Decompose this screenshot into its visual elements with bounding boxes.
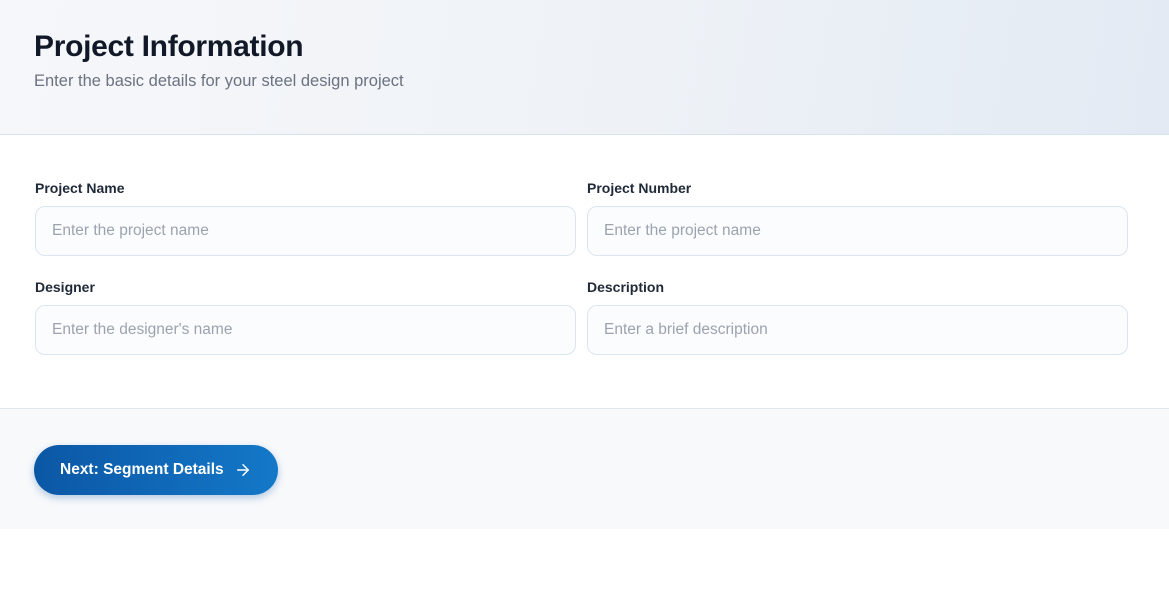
project-number-label: Project Number (587, 180, 1128, 197)
page-header: Project Information Enter the basic deta… (0, 0, 1169, 135)
field-project-number: Project Number (587, 180, 1128, 256)
page-subtitle: Enter the basic details for your steel d… (34, 72, 1129, 91)
field-designer: Designer (35, 279, 576, 355)
page-title: Project Information (34, 30, 1129, 63)
next-button-label: Next: Segment Details (60, 461, 224, 479)
project-info-form: Project Name Project Number Designer Des… (0, 135, 1169, 408)
designer-label: Designer (35, 279, 576, 296)
form-grid: Project Name Project Number Designer Des… (35, 180, 1128, 355)
arrow-right-icon (234, 461, 252, 479)
field-description: Description (587, 279, 1128, 355)
page-footer: Next: Segment Details (0, 408, 1169, 529)
description-label: Description (587, 279, 1128, 296)
project-number-input[interactable] (587, 206, 1128, 256)
project-name-input[interactable] (35, 206, 576, 256)
description-input[interactable] (587, 305, 1128, 355)
next-segment-details-button[interactable]: Next: Segment Details (34, 445, 278, 495)
field-project-name: Project Name (35, 180, 576, 256)
project-name-label: Project Name (35, 180, 576, 197)
designer-input[interactable] (35, 305, 576, 355)
